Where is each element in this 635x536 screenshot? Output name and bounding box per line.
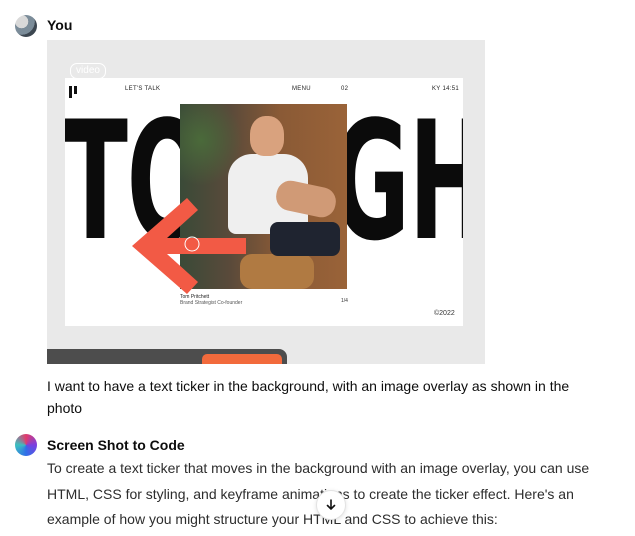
user-name: You <box>47 17 73 33</box>
video-badge: video <box>70 63 106 79</box>
attached-image[interactable]: video LET'S TALK MENU 02 KY 14:51 TOM GH… <box>47 40 485 364</box>
copyright: ©2022 <box>434 310 455 317</box>
user-message: I want to have a text ticker in the back… <box>47 378 570 416</box>
scroll-down-button[interactable] <box>316 490 346 520</box>
arrow-down-icon <box>326 499 336 510</box>
assistant-avatar <box>15 434 37 456</box>
left-arrow-icon <box>132 198 246 294</box>
caption-subtitle: Brand Strategist Co-founder <box>180 300 243 306</box>
caption-counter: 1/4 <box>341 298 348 304</box>
assistant-name: Screen Shot to Code <box>47 437 185 453</box>
player-accent-button[interactable] <box>202 354 282 364</box>
user-avatar <box>15 15 37 37</box>
